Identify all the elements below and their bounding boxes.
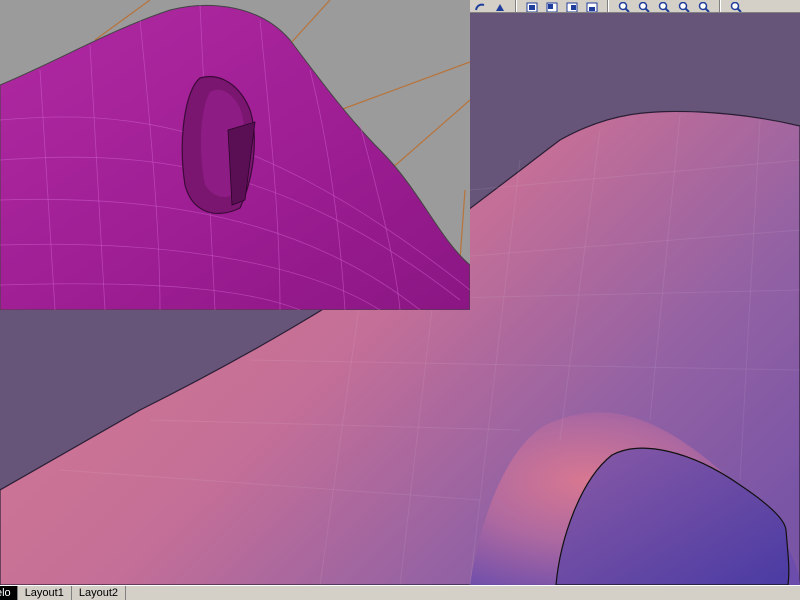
zoom-out-icon[interactable] [726,0,746,12]
view-restore-icon[interactable] [582,0,602,12]
shade-view-icon[interactable] [490,0,510,12]
toolbar-separator [515,0,517,12]
tab-model[interactable]: elo [0,586,18,600]
zoom-realtime-icon[interactable] [634,0,654,12]
view-restore-icon[interactable] [562,0,582,12]
toolbar-separator [607,0,609,12]
tab-layout2-label: Layout2 [78,587,118,599]
zoom-window-icon[interactable] [654,0,674,12]
zoom-extents-icon[interactable] [674,0,694,12]
layout-tab-bar: elo Layout1 Layout2 [0,585,800,600]
view-restore-icon[interactable] [522,0,542,12]
inset-render-window[interactable] [0,0,470,310]
view-restore-icon[interactable] [542,0,562,12]
inset-model-render [0,0,470,310]
toolbar-separator [719,0,721,12]
view-toolbar [470,0,800,13]
zoom-in-icon[interactable] [614,0,634,12]
zoom-previous-icon[interactable] [694,0,714,12]
tab-model-label: elo [0,587,11,599]
tab-layout1-label: Layout1 [24,587,64,599]
tab-layout1[interactable]: Layout1 [18,586,72,600]
realtime-pan-icon[interactable] [470,0,490,12]
tab-layout2[interactable]: Layout2 [72,586,126,600]
